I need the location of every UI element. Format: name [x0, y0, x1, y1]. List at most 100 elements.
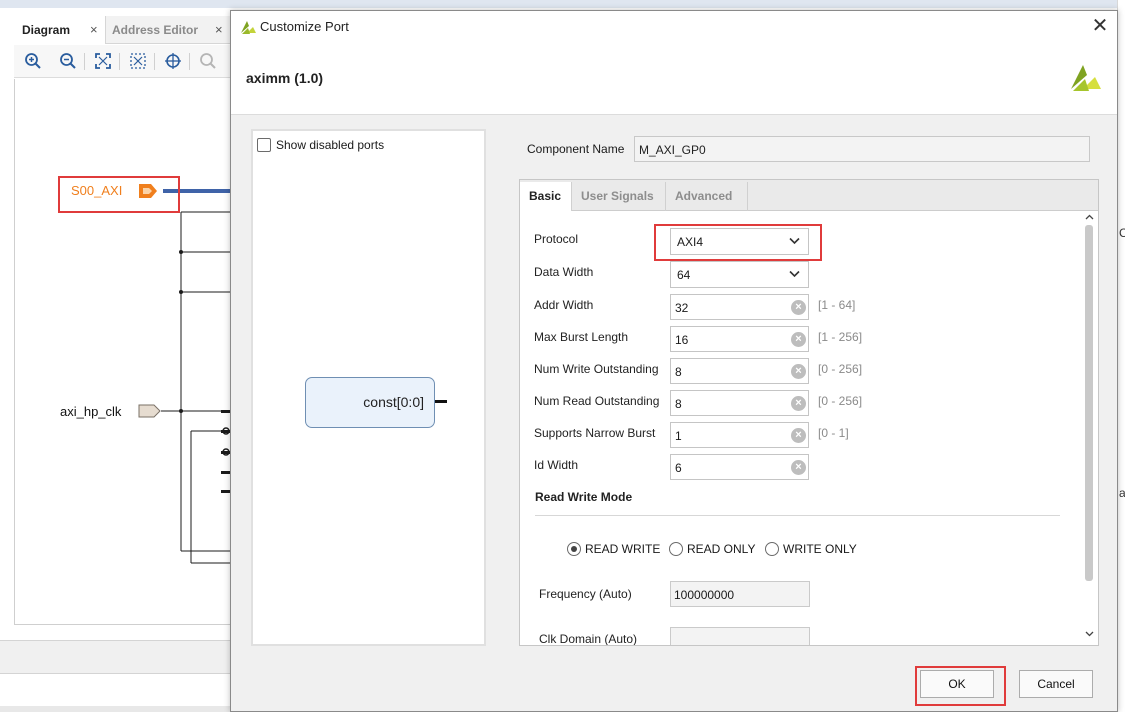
tab-advanced[interactable]: Advanced	[666, 182, 748, 211]
search-icon[interactable]	[199, 52, 217, 70]
tab-diagram[interactable]: Diagram ×	[14, 16, 106, 44]
bottom-panel-strip	[0, 640, 230, 674]
clk-domain-field	[670, 627, 810, 645]
settings-tabs-panel: Basic User Signals Advanced Protocol AXI…	[519, 179, 1099, 646]
diagram-wires	[138, 184, 231, 564]
block-diagram-canvas[interactable]: S00_AXI axi_hp_clk	[14, 79, 231, 625]
addr-width-value: 32	[675, 301, 689, 315]
customize-port-dialog: Customize Port ✕ aximm (1.0) Show disabl…	[230, 10, 1118, 712]
frequency-label: Frequency (Auto)	[539, 587, 632, 601]
radio-circle[interactable]	[567, 542, 581, 556]
axi-hp-clk-port-icon	[138, 404, 161, 418]
ip-name-title: aximm (1.0)	[246, 70, 324, 86]
clear-icon[interactable]: ×	[791, 364, 806, 379]
scroll-down-icon[interactable]	[1085, 631, 1094, 637]
s00-axi-highlight-box	[58, 176, 180, 213]
protocol-highlight-box	[654, 224, 822, 261]
component-name-label: Component Name	[527, 142, 625, 156]
tab-basic[interactable]: Basic	[520, 182, 572, 212]
cancel-button[interactable]: Cancel	[1019, 670, 1093, 698]
fit-selection-icon[interactable]	[129, 52, 147, 70]
max-burst-length-label: Max Burst Length	[534, 330, 629, 344]
scrollbar-thumb[interactable]	[1085, 225, 1093, 581]
window-top-strip	[0, 0, 1125, 8]
num-write-outstanding-field[interactable]: 8 ×	[670, 358, 809, 384]
addr-width-range: [1 - 64]	[818, 298, 856, 312]
toolbar-separator	[84, 53, 85, 70]
vivado-logo-icon	[1071, 65, 1101, 91]
checkbox-box[interactable]	[257, 138, 271, 152]
clk-domain-label: Clk Domain (Auto)	[539, 632, 638, 645]
read-write-mode-title: Read Write Mode	[535, 490, 633, 504]
clear-icon[interactable]: ×	[791, 460, 806, 475]
scroll-up-icon[interactable]	[1085, 214, 1094, 220]
tab-user-signals[interactable]: User Signals	[572, 182, 666, 211]
radio-read-write-label: READ WRITE	[585, 542, 661, 556]
toolbar-separator	[189, 53, 190, 70]
radio-read-only-label: READ ONLY	[687, 542, 756, 556]
max-burst-length-value: 16	[675, 333, 689, 347]
vertical-scrollbar[interactable]	[1081, 211, 1098, 645]
tab-address-editor[interactable]: Address Editor ×	[106, 16, 230, 44]
id-width-label: Id Width	[534, 458, 579, 472]
chevron-down-icon	[789, 270, 800, 278]
component-name-field[interactable]: M_AXI_GP0	[634, 136, 1090, 162]
section-divider	[535, 515, 1060, 516]
supports-narrow-burst-value: 1	[675, 429, 682, 443]
crosshair-icon[interactable]	[164, 52, 182, 70]
close-tab-icon[interactable]: ×	[215, 16, 223, 44]
close-tab-icon[interactable]: ×	[90, 16, 98, 44]
data-width-value: 64	[677, 268, 691, 282]
radio-write-only-label: WRITE ONLY	[783, 542, 857, 556]
clear-icon[interactable]: ×	[791, 332, 806, 347]
dialog-title: Customize Port	[260, 19, 349, 34]
supports-narrow-burst-field[interactable]: 1 ×	[670, 422, 809, 448]
max-burst-length-range: [1 - 256]	[818, 330, 863, 344]
toolbar-separator	[154, 53, 155, 70]
supports-narrow-burst-range: [0 - 1]	[818, 426, 849, 440]
axi-hp-clk-port-label[interactable]: axi_hp_clk	[60, 404, 121, 419]
addr-width-label: Addr Width	[534, 298, 594, 312]
fit-view-icon[interactable]	[94, 52, 112, 70]
zoom-in-icon[interactable]	[24, 52, 42, 70]
num-write-outstanding-range: [0 - 256]	[818, 362, 863, 376]
max-burst-length-field[interactable]: 16 ×	[670, 326, 809, 352]
radio-circle[interactable]	[669, 542, 683, 556]
data-width-label: Data Width	[534, 265, 594, 279]
clear-icon[interactable]: ×	[791, 300, 806, 315]
show-disabled-ports-label: Show disabled ports	[276, 138, 385, 152]
clear-icon[interactable]: ×	[791, 396, 806, 411]
num-read-outstanding-range: [0 - 256]	[818, 394, 863, 408]
id-width-value: 6	[675, 461, 682, 475]
settings-tab-strip: Basic User Signals Advanced	[520, 180, 1098, 212]
zoom-out-icon[interactable]	[59, 52, 77, 70]
vivado-logo-icon	[241, 21, 256, 34]
frequency-field: 100000000	[670, 581, 810, 607]
id-width-field[interactable]: 6 ×	[670, 454, 809, 480]
basic-tab-content: Protocol AXI4 Data Width 64 Addr Width 3…	[520, 211, 1098, 645]
clear-icon[interactable]: ×	[791, 428, 806, 443]
port-symbol-pin	[435, 400, 447, 403]
data-width-select[interactable]: 64	[670, 261, 809, 288]
num-write-outstanding-label: Num Write Outstanding	[534, 362, 659, 376]
port-symbol-pane: Show disabled ports const[0:0]	[251, 129, 486, 646]
num-read-outstanding-label: Num Read Outstanding	[534, 394, 660, 408]
num-read-outstanding-value: 8	[675, 397, 682, 411]
diagram-toolbar	[14, 45, 230, 78]
protocol-label: Protocol	[534, 232, 579, 246]
tab-address-editor-label: Address Editor	[112, 23, 199, 37]
num-write-outstanding-value: 8	[675, 365, 682, 379]
radio-selected-dot	[571, 546, 577, 552]
bottom-panel-edge	[0, 706, 230, 712]
supports-narrow-burst-label: Supports Narrow Burst	[534, 426, 656, 440]
port-symbol-label: const[0:0]	[363, 394, 424, 410]
dialog-titlebar[interactable]: Customize Port ✕	[231, 11, 1117, 43]
addr-width-field[interactable]: 32 ×	[670, 294, 809, 320]
radio-circle[interactable]	[765, 542, 779, 556]
tab-diagram-label: Diagram	[22, 23, 71, 37]
close-dialog-icon[interactable]: ✕	[1089, 15, 1111, 37]
num-read-outstanding-field[interactable]: 8 ×	[670, 390, 809, 416]
editor-tab-bar: Diagram × Address Editor ×	[14, 16, 230, 44]
background-window-edge: C al	[1117, 0, 1125, 712]
toolbar-separator	[119, 53, 120, 70]
